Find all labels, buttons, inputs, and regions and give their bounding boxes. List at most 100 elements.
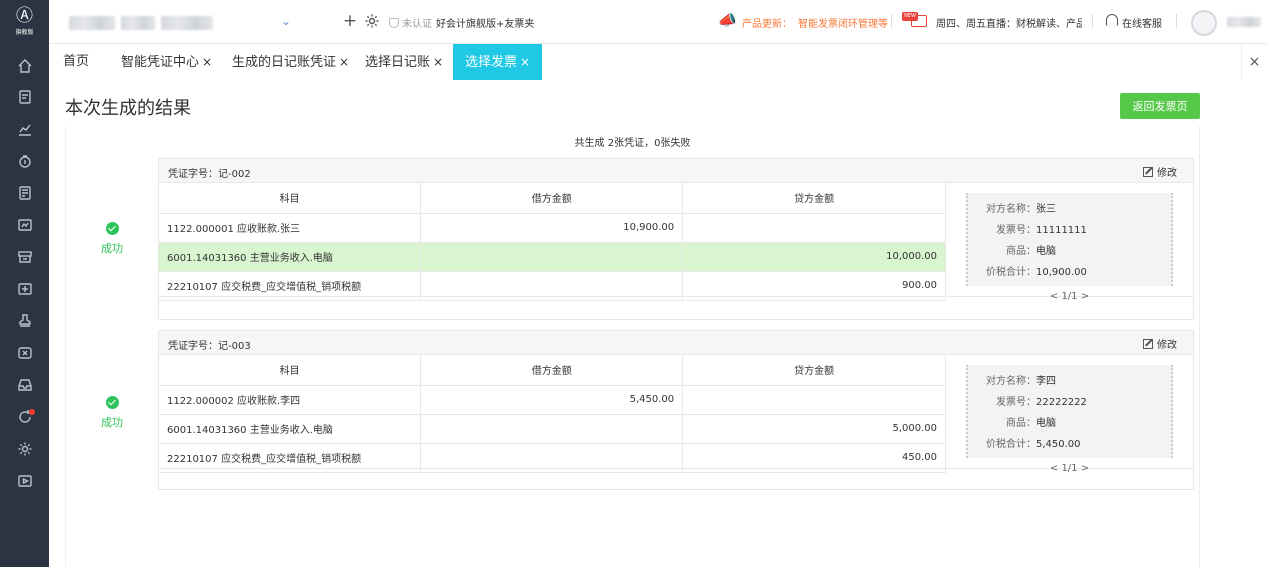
invoice-goods: 商品：电脑 [982, 413, 1171, 434]
invoice-goods: 商品：电脑 [982, 241, 1171, 262]
goods-value: 电脑 [1036, 246, 1056, 257]
invoice-icon[interactable] [0, 179, 49, 207]
update-label: 产品更新： [742, 19, 792, 30]
invoice-number-value: 11111111 [1036, 225, 1087, 236]
edit-button[interactable]: 修改 [1143, 336, 1177, 351]
update-link[interactable]: 智能发票闭环管理等 [798, 15, 888, 30]
table-row[interactable]: 6001.14031360 主营业务收入.电脑 10,000.00 [159, 242, 946, 272]
table-header-row: 科目 借方金额 贷方金额 [159, 183, 946, 214]
column-header-debit: 借方金额 [420, 355, 684, 386]
edit-button[interactable]: 修改 [1143, 164, 1177, 179]
report-icon[interactable] [0, 211, 49, 239]
tab-generated-journal-vouchers[interactable]: 生成的日记账凭证 × [232, 44, 349, 80]
goods-label: 商品： [1006, 246, 1036, 257]
table-row[interactable]: 6001.14031360 主营业务收入.电脑 5,000.00 [159, 414, 946, 444]
avatar[interactable] [1191, 10, 1217, 36]
table-row[interactable]: 22210107 应交税费_应交增值税_销项税额 450.00 [159, 443, 946, 473]
invoice-number: 发票号：22222222 [982, 392, 1171, 413]
entries-table: 科目 借方金额 贷方金额 1122.000001 应收账款.张三 10,900.… [159, 183, 946, 301]
tab-select-invoice[interactable]: 选择发票 × [453, 44, 543, 80]
top-header: ⌄ + 未认证 好会计旗舰版+友票夹 📣 产品更新： 智能发票闭环管理等 NEW… [49, 0, 1267, 44]
debit-cell [420, 414, 684, 444]
voucher-number-label: 凭证字号： [168, 169, 218, 180]
status-label: 成功 [101, 416, 123, 429]
close-icon[interactable]: × [339, 55, 349, 69]
update-icon[interactable] [0, 403, 49, 431]
column-header-subject: 科目 [159, 183, 422, 214]
voucher-header: 凭证字号：记-003 修改 [159, 331, 1193, 355]
chart-icon[interactable] [0, 115, 49, 143]
voucher-number: 凭证字号：记-003 [168, 337, 251, 352]
company-select[interactable]: ⌄ [69, 11, 297, 35]
table-row[interactable]: 1122.000001 应收账款.张三 10,900.00 [159, 213, 946, 243]
debit-cell: 10,900.00 [420, 213, 684, 243]
invoice-pager[interactable]: < 1/1 > [966, 463, 1173, 474]
total-value: 10,900.00 [1036, 267, 1087, 278]
invoice-number: 发票号：11111111 [982, 220, 1171, 241]
close-icon[interactable]: × [202, 55, 212, 69]
cert-status-label: 未认证 [402, 19, 432, 30]
subject-cell: 22210107 应交税费_应交增值税_销项税额 [159, 271, 422, 301]
counterparty-label: 对方名称： [986, 376, 1036, 387]
online-support-link[interactable]: 在线客服 [1122, 15, 1162, 30]
ledger-icon[interactable] [0, 83, 49, 111]
debit-cell [420, 271, 684, 301]
page-title: 本次生成的结果 [65, 98, 191, 119]
blurred-username[interactable] [1227, 17, 1261, 27]
total-value: 5,450.00 [1036, 439, 1081, 450]
back-to-invoices-button[interactable]: 返回发票页 [1120, 93, 1200, 119]
tax-icon[interactable] [0, 147, 49, 175]
video-icon[interactable] [0, 467, 49, 495]
check-circle-icon [105, 222, 119, 235]
logo-glyph: Ⓐ [16, 6, 33, 26]
voucher-card: 凭证字号：记-002 修改 科目 借方金额 贷方金额 1122.000001 应… [158, 158, 1194, 320]
home-icon[interactable] [0, 52, 49, 80]
tab-smart-voucher-center[interactable]: 智能凭证中心 × [121, 44, 212, 80]
subject-cell: 22210107 应交税费_应交增值税_销项税额 [159, 443, 422, 473]
credit-cell [682, 213, 946, 243]
edit-icon [1143, 166, 1153, 177]
blurred-company-name [121, 16, 155, 30]
credit-cell: 450.00 [682, 443, 946, 473]
voucher-body: 科目 借方金额 贷方金额 1122.000001 应收账款.张三 10,900.… [159, 183, 1193, 302]
voucher-icon[interactable] [0, 339, 49, 367]
close-all-tabs-icon[interactable]: × [1241, 44, 1267, 80]
invoice-info-panel: 对方名称：李四 发票号：22222222 商品：电脑 价税合计：5,450.00… [966, 365, 1173, 474]
tab-select-journal[interactable]: 选择日记账 × [365, 44, 443, 80]
live-broadcast-link[interactable]: 周四、周五直播：财税解读、产品 [936, 15, 1082, 30]
tab-label: 选择发票 [465, 55, 518, 70]
tab-label: 选择日记账 [365, 55, 431, 70]
invoice-pager[interactable]: < 1/1 > [966, 291, 1173, 302]
close-icon[interactable]: × [433, 55, 443, 69]
gear-icon[interactable] [364, 13, 380, 29]
edition-label: 好会计旗舰版+友票夹 [436, 19, 535, 30]
check-circle-icon [105, 396, 119, 409]
settings-icon[interactable] [0, 435, 49, 463]
inbox-icon[interactable] [0, 371, 49, 399]
total-label: 价税合计： [986, 267, 1036, 278]
new-badge: NEW [902, 12, 918, 21]
left-sidebar: Ⓐ 旗舰版 [0, 0, 49, 567]
counterparty-label: 对方名称： [986, 204, 1036, 215]
table-row[interactable]: 1122.000002 应收账款.李四 5,450.00 [159, 385, 946, 415]
total-label: 价税合计： [986, 439, 1036, 450]
status-success: 成功 [66, 222, 158, 256]
table-row[interactable]: 22210107 应交税费_应交增值税_销项税额 900.00 [159, 271, 946, 301]
tab-home[interactable]: 首页 [63, 44, 89, 80]
edit-label: 修改 [1157, 168, 1177, 179]
tab-label: 智能凭证中心 [121, 55, 200, 70]
invoice-number-label: 发票号： [996, 397, 1036, 408]
voucher-number: 凭证字号：记-002 [168, 165, 251, 180]
stamp-icon[interactable] [0, 307, 49, 335]
asset-icon[interactable] [0, 275, 49, 303]
table-header-row: 科目 借方金额 贷方金额 [159, 355, 946, 386]
goods-value: 电脑 [1036, 418, 1056, 429]
generation-summary: 共生成 2张凭证，0张失败 [574, 138, 691, 149]
certification-status[interactable]: 未认证 好会计旗舰版+友票夹 [389, 15, 534, 30]
close-icon[interactable]: × [520, 55, 530, 69]
add-icon[interactable]: + [340, 11, 360, 31]
archive-icon[interactable] [0, 243, 49, 271]
app-logo[interactable]: Ⓐ 旗舰版 [0, 0, 49, 44]
chevron-down-icon[interactable]: ⌄ [281, 14, 291, 28]
column-header-subject: 科目 [159, 355, 422, 386]
